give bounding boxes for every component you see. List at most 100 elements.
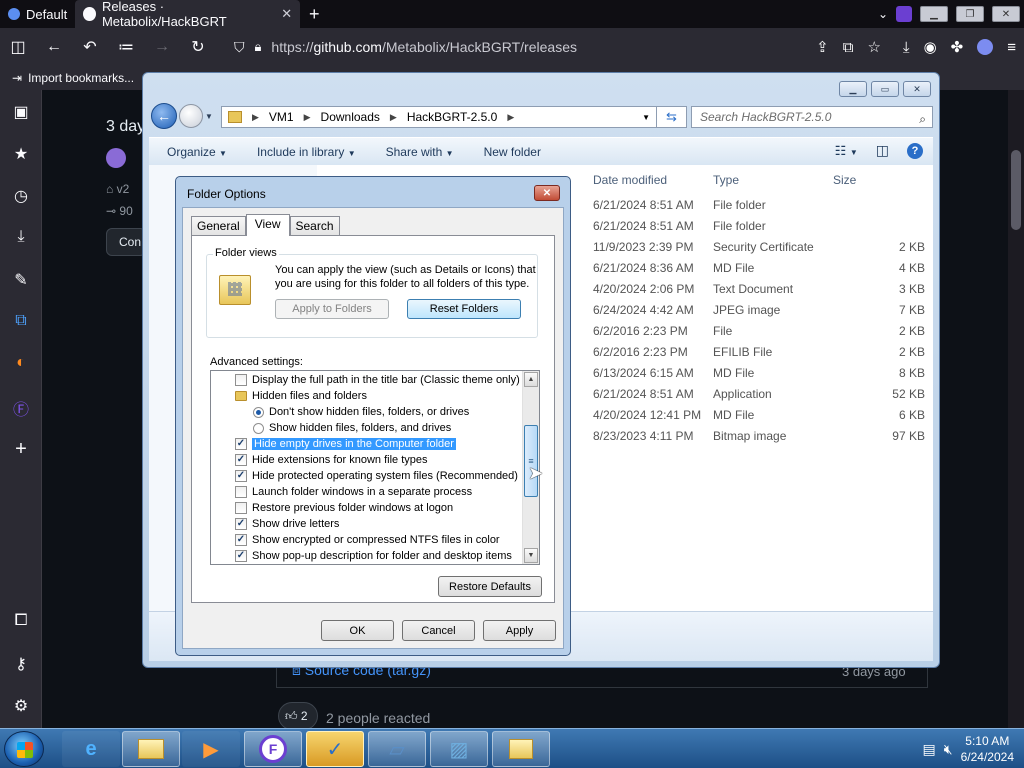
volume-muted-icon[interactable]: 🔇︎ (944, 741, 953, 758)
user-avatar[interactable] (106, 148, 126, 168)
minimize-button[interactable]: ▁ (920, 6, 948, 22)
forward-icon[interactable]: → (144, 38, 180, 56)
bookmark-star-icon[interactable]: ☆ (867, 38, 880, 56)
file-row[interactable]: 6/21/2024 8:51 AM File folder (581, 195, 931, 216)
account-icon[interactable]: ◉ (924, 38, 937, 56)
undo-icon[interactable]: ↶ (72, 37, 108, 57)
system-clock[interactable]: 5:10 AM 6/24/2024 (961, 733, 1014, 765)
file-row[interactable]: 6/2/2016 2:23 PM EFILIB File 2 KB (581, 342, 931, 363)
file-row[interactable]: 6/21/2024 8:51 AM File folder (581, 216, 931, 237)
start-button[interactable] (4, 731, 44, 767)
dialog-close-button[interactable]: ✕ (534, 185, 560, 201)
translate-icon[interactable]: ⧉ (0, 312, 42, 330)
network-icon[interactable]: ▤ (923, 741, 936, 758)
preview-pane-icon[interactable]: ◫ (876, 142, 889, 159)
reaction-button[interactable]: 👍︎ 2 (278, 702, 318, 728)
reset-folders-button[interactable]: Reset Folders (407, 299, 521, 319)
file-row[interactable]: 4/20/2024 12:41 PM MD File 6 KB (581, 405, 931, 426)
address-dropdown-icon[interactable]: ▼ (642, 113, 650, 122)
help-icon[interactable]: ? (907, 142, 923, 159)
breadcrumb-separator[interactable]: ▶ (304, 112, 311, 123)
scroll-down-icon[interactable]: ▼ (524, 548, 538, 563)
list-icon[interactable]: ≔ (108, 37, 144, 57)
internet-explorer-icon[interactable]: e (62, 731, 120, 767)
list-all-tabs-icon[interactable]: ⌄ (878, 7, 888, 21)
pen-icon[interactable]: ✎ (0, 270, 42, 290)
include-in-library-button[interactable]: Include in library ▼ (257, 145, 356, 159)
notepad-taskbar-icon[interactable]: ▱ (368, 731, 426, 767)
column-size[interactable]: Size (833, 173, 856, 187)
app-f-taskbar-icon[interactable]: F (244, 731, 302, 767)
explorer-search-input[interactable]: Search HackBGRT-2.5.0 ⌕ (691, 106, 933, 128)
setting-item[interactable]: Restore previous folder windows at logon (235, 500, 453, 516)
file-row[interactable]: 6/2/2016 2:23 PM File 2 KB (581, 321, 931, 342)
share-icon[interactable]: ⇪ (816, 38, 829, 56)
setting-checkbox[interactable]: ✓ (235, 534, 247, 546)
explorer-back-button[interactable]: ← (151, 103, 177, 129)
file-row[interactable]: 4/20/2024 2:06 PM Text Document 3 KB (581, 279, 931, 300)
image-viewer-taskbar-icon[interactable]: ▨ (430, 731, 488, 767)
setting-checkbox[interactable]: ✓ (235, 454, 247, 466)
tab-search[interactable]: Search (289, 216, 340, 236)
briefcase-icon[interactable]: ▣ (0, 102, 42, 122)
ok-button[interactable]: OK (321, 620, 394, 641)
file-row[interactable]: 11/9/2023 2:39 PM Security Certificate 2 K… (581, 237, 931, 258)
setting-item[interactable]: ✓ Hide empty drives in the Computer folde… (235, 436, 456, 452)
back-icon[interactable]: ← (36, 38, 72, 56)
media-player-icon[interactable]: ▶ (182, 731, 240, 767)
downloads-icon[interactable]: ⤓ (903, 39, 910, 56)
cancel-button[interactable]: Cancel (402, 620, 475, 641)
file-row[interactable]: 8/23/2023 4:11 PM Bitmap image 97 KB (581, 426, 931, 447)
lock-icon[interactable]: 🔒︎ (255, 39, 262, 55)
url-bar[interactable]: ⛉ 🔒︎ https://github.com/Metabolix/HackBG… (226, 32, 746, 62)
screenshot-icon[interactable]: ⧉ (843, 39, 854, 56)
setting-checkbox[interactable]: ✓ (235, 518, 247, 530)
file-row[interactable]: 6/13/2024 6:15 AM MD File 8 KB (581, 363, 931, 384)
breadcrumb-separator[interactable]: ▶ (252, 112, 259, 123)
setting-checkbox[interactable]: ✓ (235, 470, 247, 482)
setting-checkbox[interactable] (235, 374, 247, 386)
extensions-icon[interactable]: ✤ (951, 38, 964, 56)
explorer-forward-button[interactable] (179, 104, 203, 128)
tab-view[interactable]: View (245, 214, 290, 236)
setting-radio[interactable] (253, 422, 264, 434)
setting-checkbox[interactable] (235, 502, 247, 514)
explorer-maximize-button[interactable]: ▭ (871, 81, 899, 97)
setting-item[interactable]: Don't show hidden files, folders, or dri… (253, 404, 469, 420)
explorer-address-bar[interactable]: ▶ VM1 ▶ Downloads ▶ HackBGRT-2.5.0 ▶ ▼ (221, 106, 657, 128)
recent-pages-icon[interactable]: ▼ (205, 112, 213, 121)
tab-general[interactable]: General (191, 216, 246, 236)
key-icon[interactable]: ⚷ (0, 654, 42, 674)
sidebar-toggle-icon[interactable]: ◫ (0, 37, 36, 57)
settings-gear-icon[interactable]: ⚙ (0, 696, 42, 716)
breadcrumb-downloads[interactable]: Downloads (321, 110, 380, 124)
explorer-refresh-button[interactable]: ⇆ (657, 106, 687, 128)
folder-options-taskbar-icon[interactable] (492, 731, 550, 767)
extension-icon[interactable] (896, 6, 912, 22)
column-date-modified[interactable]: Date modified (593, 173, 667, 187)
restore-defaults-button[interactable]: Restore Defaults (438, 576, 542, 597)
reload-icon[interactable]: ↻ (180, 37, 216, 57)
setting-item[interactable]: ✓ Show encrypted or compressed NTFS files… (235, 532, 500, 548)
compare-button[interactable]: Con (106, 228, 146, 256)
breadcrumb-separator[interactable]: ▶ (507, 112, 514, 123)
maximize-button[interactable]: ❐ (956, 6, 984, 22)
setting-checkbox[interactable]: ✓ (235, 438, 247, 450)
download-icon[interactable]: ⤓ (0, 228, 42, 246)
scroll-up-icon[interactable]: ▲ (524, 372, 538, 387)
url-text[interactable]: https://github.com/Metabolix/HackBGRT/re… (271, 39, 577, 55)
explorer-close-button[interactable]: ✕ (903, 81, 931, 97)
setting-item[interactable]: ✓ Hide extensions for known file types (235, 452, 427, 468)
setting-item[interactable]: Hidden files and folders (235, 388, 367, 404)
breadcrumb-separator[interactable]: ▶ (390, 112, 397, 123)
new-tab-button[interactable]: + (300, 4, 328, 25)
profile-tab[interactable]: Default (0, 0, 75, 28)
settings-scrollbar-thumb[interactable]: ≡ (524, 425, 538, 497)
firefox-icon[interactable]: ◐ (0, 354, 42, 372)
import-bookmarks-link[interactable]: Import bookmarks... (28, 71, 134, 85)
setting-radio[interactable] (253, 406, 264, 418)
column-type[interactable]: Type (713, 173, 739, 187)
file-row[interactable]: 6/21/2024 8:36 AM MD File 4 KB (581, 258, 931, 279)
menu-icon[interactable]: ≡ (1007, 39, 1016, 56)
extension-f-icon[interactable]: Ⓕ (0, 396, 42, 420)
